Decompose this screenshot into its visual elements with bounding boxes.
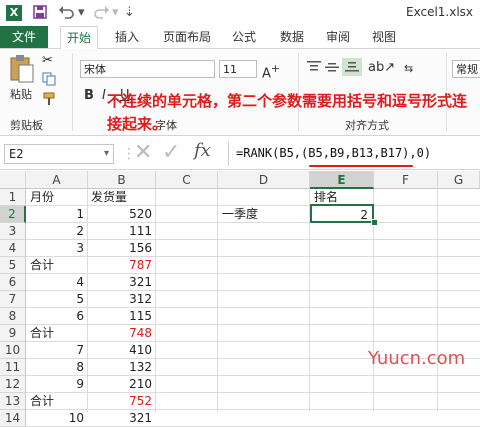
formula-input[interactable]: =RANK(B5,(B5,B9,B13,B17),0) (236, 146, 431, 160)
cell-b[interactable]: 156 (88, 240, 156, 257)
column-header-a[interactable]: A (26, 171, 88, 189)
name-box-dropdown-icon[interactable]: ▾ (104, 148, 109, 159)
name-box[interactable]: E2 (4, 144, 114, 164)
row-header[interactable]: 7 (0, 291, 26, 308)
annotation-text: 不连续的单元格，第二个参数需要用括号和逗号形式连接起来。 (107, 92, 468, 133)
cell-a[interactable]: 合计 (30, 257, 88, 274)
row-header[interactable]: 2 (0, 206, 26, 223)
redo-icon[interactable] (92, 4, 110, 22)
cell-a[interactable]: 9 (26, 376, 88, 393)
row-header[interactable]: 5 (0, 257, 26, 274)
font-size-select[interactable]: 11 (219, 60, 257, 78)
cell-b[interactable]: 132 (88, 359, 156, 376)
insert-function-icon[interactable]: fx (194, 140, 211, 161)
row-header[interactable]: 3 (0, 223, 26, 240)
format-painter-icon[interactable] (42, 92, 58, 109)
row-header[interactable]: 8 (0, 308, 26, 325)
cell-a[interactable]: 8 (26, 359, 88, 376)
column-header-f[interactable]: F (374, 171, 438, 189)
align-top-icon[interactable] (306, 60, 322, 77)
tab-review[interactable]: 审阅 (326, 26, 350, 48)
cell-a[interactable]: 5 (26, 291, 88, 308)
cancel-icon[interactable]: ✕ (134, 140, 152, 165)
cell-b[interactable]: 752 (88, 393, 156, 410)
fill-handle[interactable] (371, 219, 378, 226)
row-header[interactable]: 14 (0, 410, 26, 427)
cell-a[interactable]: 合计 (30, 393, 88, 410)
wrap-text-icon[interactable]: ⇆ (404, 62, 413, 75)
cell-b[interactable]: 321 (88, 274, 156, 291)
cell-b[interactable]: 发货量 (91, 189, 156, 206)
tab-page-layout[interactable]: 页面布局 (163, 26, 211, 48)
cell-a[interactable]: 2 (26, 223, 88, 240)
cell-b[interactable]: 321 (88, 410, 156, 427)
align-middle-icon[interactable] (324, 60, 340, 77)
bold-button[interactable]: B (84, 88, 94, 103)
italic-button[interactable]: I (102, 88, 106, 103)
cell-a[interactable]: 3 (26, 240, 88, 257)
cell-d2[interactable]: 一季度 (222, 206, 310, 223)
annotation-underline (309, 165, 413, 167)
tab-file[interactable]: 文件 (0, 26, 48, 48)
enter-icon[interactable]: ✓ (162, 140, 180, 165)
clipboard-group-label: 剪贴板 (10, 119, 43, 132)
formula-separator (228, 142, 229, 166)
row-header[interactable]: 4 (0, 240, 26, 257)
copy-icon[interactable] (42, 72, 58, 89)
cell-b[interactable]: 748 (88, 325, 156, 342)
paste-label[interactable]: 粘贴 (10, 86, 32, 102)
cell-b[interactable]: 410 (88, 342, 156, 359)
number-format-select[interactable]: 常规 (452, 60, 480, 78)
row-header[interactable]: 11 (0, 359, 26, 376)
redo-dropdown-icon[interactable]: ▾ (112, 4, 119, 22)
cell-a[interactable]: 7 (26, 342, 88, 359)
cell-b[interactable]: 111 (88, 223, 156, 240)
customize-toolbar-icon[interactable]: ⇣ (124, 4, 135, 22)
ribbon-separator (72, 53, 73, 131)
cell-a[interactable]: 合计 (30, 325, 88, 342)
cut-icon[interactable]: ✂ (42, 53, 53, 68)
row-header[interactable]: 1 (0, 189, 26, 206)
cell-b[interactable]: 520 (88, 206, 156, 223)
cell-a[interactable]: 月份 (30, 189, 88, 206)
orientation-icon[interactable]: ab↗ (368, 60, 395, 75)
watermark-text: Yuucn.com (368, 348, 466, 369)
column-header-d[interactable]: D (218, 171, 310, 189)
tab-view[interactable]: 视图 (372, 26, 396, 48)
cell-e2-selected[interactable]: 2 (310, 204, 374, 223)
cell-b[interactable]: 312 (88, 291, 156, 308)
row-header[interactable]: 6 (0, 274, 26, 291)
cell-b[interactable]: 115 (88, 308, 156, 325)
column-header-c[interactable]: C (156, 171, 218, 189)
cell-a[interactable]: 1 (26, 206, 88, 223)
font-name-select[interactable]: 宋体 (80, 60, 215, 78)
cell-a[interactable]: 10 (26, 410, 88, 427)
row-header[interactable]: 13 (0, 393, 26, 410)
select-all-corner[interactable] (0, 171, 26, 189)
cell-b[interactable]: 787 (88, 257, 156, 274)
row-header[interactable]: 10 (0, 342, 26, 359)
row-header[interactable]: 12 (0, 376, 26, 393)
cell-b[interactable]: 210 (88, 376, 156, 393)
column-header-b[interactable]: B (88, 171, 156, 189)
undo-icon[interactable] (58, 4, 76, 22)
align-bottom-icon[interactable] (342, 58, 362, 76)
save-icon[interactable] (32, 4, 48, 22)
tab-formulas[interactable]: 公式 (232, 26, 256, 48)
paste-icon[interactable] (8, 54, 36, 87)
column-gridline (217, 189, 218, 412)
tab-insert[interactable]: 插入 (115, 26, 139, 48)
cell-a[interactable]: 6 (26, 308, 88, 325)
row-header[interactable]: 9 (0, 325, 26, 342)
excel-logo-icon: X (6, 5, 22, 21)
column-gridline (437, 189, 438, 412)
tab-data[interactable]: 数据 (280, 26, 304, 48)
increase-font-icon[interactable]: A+ (262, 62, 280, 81)
column-header-g[interactable]: G (438, 171, 480, 189)
column-header-e[interactable]: E (310, 171, 374, 189)
cell-a[interactable]: 4 (26, 274, 88, 291)
undo-dropdown-icon[interactable]: ▾ (78, 4, 85, 22)
tab-home[interactable]: 开始 (60, 26, 98, 50)
window-title: Excel1.xlsx (406, 5, 474, 19)
